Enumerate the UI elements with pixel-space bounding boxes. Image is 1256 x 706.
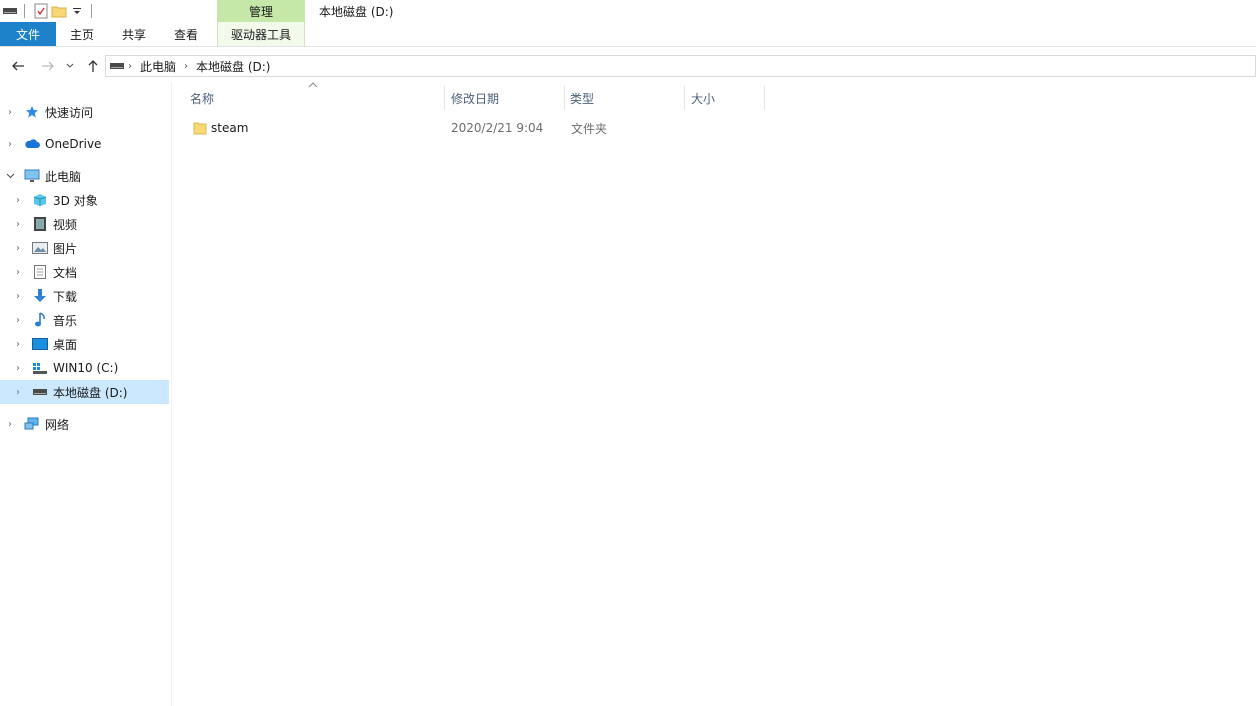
column-header-size[interactable]: 大小 [691, 86, 763, 110]
tab-home[interactable]: 主页 [56, 22, 108, 46]
context-tab-header: 管理 [217, 0, 305, 22]
back-button[interactable] [8, 53, 28, 79]
chevron-right-icon[interactable]: › [13, 363, 23, 374]
qat-separator [91, 4, 92, 18]
chevron-right-icon[interactable]: › [5, 139, 15, 150]
sidebar-item-label: WIN10 (C:) [53, 361, 119, 375]
computer-icon [24, 168, 40, 184]
new-folder-icon[interactable] [51, 3, 67, 19]
drive-icon [32, 384, 48, 400]
up-button[interactable] [83, 53, 103, 79]
sidebar-item-label: 音乐 [53, 313, 78, 328]
file-modified: 2020/2/21 9:04 [451, 121, 544, 135]
star-icon [24, 104, 40, 120]
video-icon [32, 216, 48, 232]
chevron-down-icon [66, 63, 74, 68]
sidebar-item-label: 视频 [53, 217, 78, 232]
sidebar-item-label: 本地磁盘 (D:) [53, 385, 128, 400]
sidebar-item-pictures[interactable]: › 图片 [0, 236, 169, 260]
music-icon [32, 312, 48, 328]
chevron-right-icon[interactable]: › [13, 267, 23, 278]
chevron-right-icon[interactable]: › [5, 419, 15, 430]
download-icon [32, 288, 48, 304]
column-header-type[interactable]: 类型 [570, 86, 682, 110]
column-divider[interactable] [564, 86, 565, 110]
drive-icon[interactable] [2, 3, 18, 19]
cloud-icon [24, 136, 40, 152]
title-bar: 管理 本地磁盘 (D:) [0, 0, 1256, 22]
forward-button[interactable] [38, 53, 58, 79]
tab-file[interactable]: 文件 [0, 22, 56, 46]
folder-icon [193, 117, 209, 139]
sidebar-item-downloads[interactable]: › 下载 [0, 284, 169, 308]
file-type: 文件夹 [571, 121, 608, 136]
sidebar-item-desktop[interactable]: › 桌面 [0, 332, 169, 356]
tab-drive-tools[interactable]: 驱动器工具 [217, 22, 305, 46]
column-divider[interactable] [444, 86, 445, 110]
window-title: 本地磁盘 (D:) [319, 5, 394, 19]
recent-locations-button[interactable] [62, 53, 78, 79]
column-header-modified[interactable]: 修改日期 [451, 86, 563, 110]
chevron-right-icon[interactable]: › [13, 291, 23, 302]
tab-view[interactable]: 查看 [160, 22, 212, 46]
sidebar-item-label: 下载 [53, 289, 78, 304]
chevron-right-icon[interactable]: › [128, 61, 132, 72]
chevron-down-icon[interactable] [5, 171, 15, 181]
file-row[interactable]: steam 2020/2/21 9:04 文件夹 [185, 117, 765, 139]
chevron-right-icon[interactable]: › [13, 387, 23, 398]
sidebar-item-this-pc[interactable]: 此电脑 [0, 164, 169, 188]
tab-share[interactable]: 共享 [108, 22, 160, 46]
breadcrumb-this-pc[interactable]: 此电脑 [140, 58, 176, 75]
windows-drive-icon [32, 360, 48, 376]
sidebar-item-documents[interactable]: › 文档 [0, 260, 169, 284]
sidebar-item-label: 快速访问 [45, 105, 94, 120]
sidebar-item-network[interactable]: › 网络 [0, 412, 169, 436]
address-bar[interactable]: › 此电脑 › 本地磁盘 (D:) [105, 55, 1256, 77]
chevron-right-icon[interactable]: › [13, 315, 23, 326]
column-header-name[interactable]: 名称 [190, 86, 442, 110]
sidebar-item-music[interactable]: › 音乐 [0, 308, 169, 332]
properties-icon[interactable] [33, 3, 49, 19]
navigation-pane: › 快速访问 › OneDrive 此电脑 › 3D 对象 › 视频 › 图片 … [0, 95, 172, 706]
file-name: steam [211, 121, 249, 135]
sidebar-item-3d-objects[interactable]: › 3D 对象 [0, 188, 169, 212]
arrow-right-icon [42, 61, 54, 71]
chevron-right-icon[interactable]: › [184, 61, 188, 72]
sidebar-item-label: 文档 [53, 265, 78, 280]
column-divider[interactable] [684, 86, 685, 110]
arrow-up-icon [88, 60, 98, 72]
ribbon-tabs: 文件 主页 共享 查看 [0, 22, 1256, 46]
picture-icon [32, 240, 48, 256]
sidebar-item-label: 网络 [45, 417, 70, 432]
sidebar-item-label: OneDrive [45, 137, 102, 151]
sidebar-item-videos[interactable]: › 视频 [0, 212, 169, 236]
chevron-right-icon[interactable]: › [13, 195, 23, 206]
chevron-right-icon[interactable]: › [13, 243, 23, 254]
network-icon [24, 416, 40, 432]
arrow-left-icon [12, 61, 24, 71]
desktop-icon [32, 336, 48, 352]
chevron-right-icon[interactable]: › [13, 219, 23, 230]
document-icon [32, 264, 48, 280]
sidebar-item-drive-d[interactable]: › 本地磁盘 (D:) [0, 380, 169, 404]
cube-icon [32, 192, 48, 208]
ribbon-divider [0, 46, 1256, 47]
sidebar-item-drive-c[interactable]: › WIN10 (C:) [0, 356, 169, 380]
drive-icon [110, 62, 124, 70]
sidebar-item-label: 图片 [53, 241, 78, 256]
column-header-row: 名称 修改日期 类型 大小 [172, 86, 1256, 110]
sidebar-item-label: 3D 对象 [53, 193, 98, 208]
quick-access-toolbar [0, 0, 98, 22]
chevron-right-icon[interactable]: › [13, 339, 23, 350]
breadcrumb-current[interactable]: 本地磁盘 (D:) [196, 58, 270, 75]
column-divider[interactable] [764, 86, 765, 110]
navigation-bar: › 此电脑 › 本地磁盘 (D:) [0, 53, 1256, 79]
chevron-right-icon[interactable]: › [5, 107, 15, 118]
customize-toolbar-icon[interactable] [69, 3, 85, 19]
sidebar-item-quick-access[interactable]: › 快速访问 [0, 100, 169, 124]
sidebar-item-onedrive[interactable]: › OneDrive [0, 132, 169, 156]
sidebar-item-label: 此电脑 [45, 169, 82, 184]
sidebar-item-label: 桌面 [53, 337, 78, 352]
qat-separator [24, 4, 25, 18]
